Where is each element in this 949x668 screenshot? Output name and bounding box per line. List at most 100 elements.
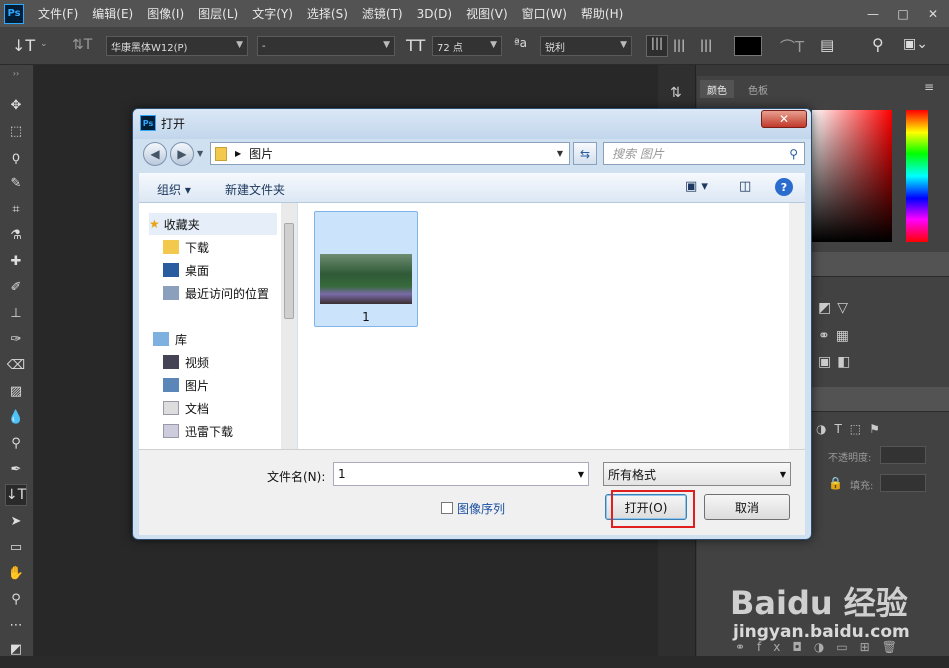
file-type-select[interactable]: 所有格式 ▼ [603, 462, 791, 486]
new-folder-button[interactable]: 新建文件夹 [225, 181, 285, 198]
hue-slider[interactable] [906, 110, 928, 242]
fill-input[interactable] [880, 474, 926, 492]
menu-select[interactable]: 选择(S) [307, 5, 348, 22]
orientation-icon[interactable]: ⇅T [72, 37, 92, 53]
font-size-select[interactable]: 72 点 ▼ [432, 36, 502, 56]
brush-tool-icon[interactable]: ✐ [5, 276, 27, 298]
cancel-button[interactable]: 取消 [704, 494, 790, 520]
nav-scrollbar-thumb[interactable] [284, 223, 294, 319]
antialias-select[interactable]: 锐利 ▼ [540, 36, 632, 56]
adjustment-icons-row3[interactable]: ▣◧ [818, 354, 856, 370]
rectangle-tool-icon[interactable]: ▭ [5, 536, 27, 558]
nav-scrollbar[interactable] [281, 203, 297, 449]
move-tool-icon[interactable]: ✥ [5, 94, 27, 116]
dialog-close-button[interactable]: ✕ [761, 110, 807, 128]
nav-favorites[interactable]: ★ 收藏夹 [149, 213, 277, 235]
align-center-icon[interactable]: ||| [673, 38, 685, 52]
tab-swatches[interactable]: 色板 [740, 80, 776, 98]
warp-text-icon[interactable]: ⌒T [780, 36, 804, 57]
menu-view[interactable]: 视图(V) [466, 5, 508, 22]
hand-tool-icon[interactable]: ✋ [5, 562, 27, 584]
format-dropdown-icon[interactable]: ▼ [780, 470, 786, 479]
tab-color[interactable]: 颜色 [700, 80, 734, 98]
nav-recent[interactable]: 最近访问的位置 [163, 282, 269, 304]
nav-downloads[interactable]: 下载 [163, 236, 209, 258]
address-dropdown-icon[interactable]: ▼ [557, 149, 563, 158]
menu-file[interactable]: 文件(F) [38, 5, 78, 22]
file-item[interactable]: 1 [314, 211, 418, 327]
path-select-tool-icon[interactable]: ➤ [5, 510, 27, 532]
marquee-tool-icon[interactable]: ⬚ [5, 120, 27, 142]
minimize-button[interactable]: — [863, 5, 883, 23]
menu-edit[interactable]: 编辑(E) [92, 5, 133, 22]
preview-pane-icon[interactable]: ◫ [739, 179, 751, 194]
pen-tool-icon[interactable]: ✒ [5, 458, 27, 480]
layer-actions-icons[interactable]: ⚭fx◘◑▭⊞🗑 [735, 640, 909, 654]
filename-dropdown-icon[interactable]: ▼ [578, 470, 584, 479]
lock-icon[interactable]: 🔒 [828, 476, 843, 490]
nav-pictures[interactable]: 图片 [163, 374, 209, 396]
eyedropper-tool-icon[interactable]: ⚗ [5, 224, 27, 246]
font-style-select[interactable]: - ▼ [257, 36, 395, 56]
search-icon[interactable]: ⚲ [789, 147, 798, 161]
crop-tool-icon[interactable]: ⌗ [5, 198, 27, 220]
zoom-tool-icon[interactable]: ⚲ [5, 588, 27, 610]
adjustment-icons[interactable]: ◩▽ [818, 300, 854, 316]
history-dropdown-icon[interactable]: ▼ [197, 149, 203, 158]
nav-thunder-downloads[interactable]: 迅雷下载 [163, 420, 233, 442]
character-panel-icon[interactable]: ▤ [820, 36, 834, 54]
align-right-icon[interactable]: ||| [700, 38, 712, 52]
history-brush-icon[interactable]: ✑ [5, 328, 27, 350]
menu-filter[interactable]: 滤镜(T) [362, 5, 403, 22]
tools-panel: ›› ✥ ⬚ ϙ ✎ ⌗ ⚗ ✚ ✐ ⊥ ✑ ⌫ ▨ 💧 ⚲ ✒ ↓T ➤ ▭ … [0, 65, 34, 668]
panel-menu-icon[interactable]: ≡ [924, 80, 934, 94]
image-sequence-checkbox[interactable] [441, 502, 453, 514]
chevron-down-icon[interactable]: ⌄ [40, 39, 48, 49]
text-color-swatch[interactable] [734, 36, 762, 56]
text-tool-icon[interactable]: ↓T [12, 36, 35, 55]
eraser-tool-icon[interactable]: ⌫ [5, 354, 27, 376]
layer-filter-icons[interactable]: ◑T⬚⚑ [816, 422, 888, 436]
menu-type[interactable]: 文字(Y) [252, 5, 293, 22]
adjustment-icons-row2[interactable]: ⚭▦ [818, 328, 855, 344]
dodge-tool-icon[interactable]: ⚲ [5, 432, 27, 454]
lasso-tool-icon[interactable]: ϙ [5, 146, 27, 168]
workspace-icon[interactable]: ▣⌄ [903, 36, 928, 52]
nav-library[interactable]: 库 [153, 328, 187, 350]
maximize-button[interactable]: □ [893, 5, 913, 23]
opacity-input[interactable] [880, 446, 926, 464]
healing-brush-icon[interactable]: ✚ [5, 250, 27, 272]
gradient-tool-icon[interactable]: ▨ [5, 380, 27, 402]
close-button[interactable]: ✕ [923, 5, 943, 23]
search-input[interactable]: 搜索 图片 ⚲ [603, 142, 805, 165]
stamp-tool-icon[interactable]: ⊥ [5, 302, 27, 324]
align-left-icon[interactable]: ||| [646, 35, 668, 57]
menu-3d[interactable]: 3D(D) [417, 7, 452, 21]
nav-videos[interactable]: 视频 [163, 351, 209, 373]
menu-layer[interactable]: 图层(L) [198, 5, 238, 22]
nav-desktop[interactable]: 桌面 [163, 259, 209, 281]
menu-help[interactable]: 帮助(H) [581, 5, 623, 22]
search-icon[interactable]: ⚲ [872, 35, 884, 54]
blur-tool-icon[interactable]: 💧 [5, 406, 27, 428]
menu-window[interactable]: 窗口(W) [522, 5, 567, 22]
file-scrollbar[interactable] [789, 203, 805, 449]
history-icon[interactable]: ⇅ [670, 85, 682, 101]
refresh-button[interactable]: ⇆ [573, 142, 597, 165]
help-button[interactable]: ? [775, 178, 793, 196]
more-tools-icon[interactable]: ⋯ [5, 614, 27, 636]
color-picker-field[interactable] [812, 110, 892, 242]
menu-image[interactable]: 图像(I) [147, 5, 184, 22]
organize-button[interactable]: 组织 ▾ [157, 181, 191, 198]
type-tool-icon[interactable]: ↓T [5, 484, 27, 506]
address-bar[interactable]: ▶ 图片 ▼ [210, 142, 570, 165]
font-family-select[interactable]: 华康黑体W12(P) ▼ [106, 36, 248, 56]
image-sequence-label[interactable]: 图像序列 [457, 500, 505, 517]
back-button[interactable]: ◀ [143, 142, 167, 166]
nav-documents[interactable]: 文档 [163, 397, 209, 419]
view-options-icon[interactable]: ▣ ▾ [685, 179, 708, 194]
quick-select-tool-icon[interactable]: ✎ [5, 172, 27, 194]
filename-input[interactable]: 1 ▼ [333, 462, 589, 486]
forward-button[interactable]: ▶ [170, 142, 194, 166]
collapse-icon[interactable]: ›› [5, 68, 27, 78]
